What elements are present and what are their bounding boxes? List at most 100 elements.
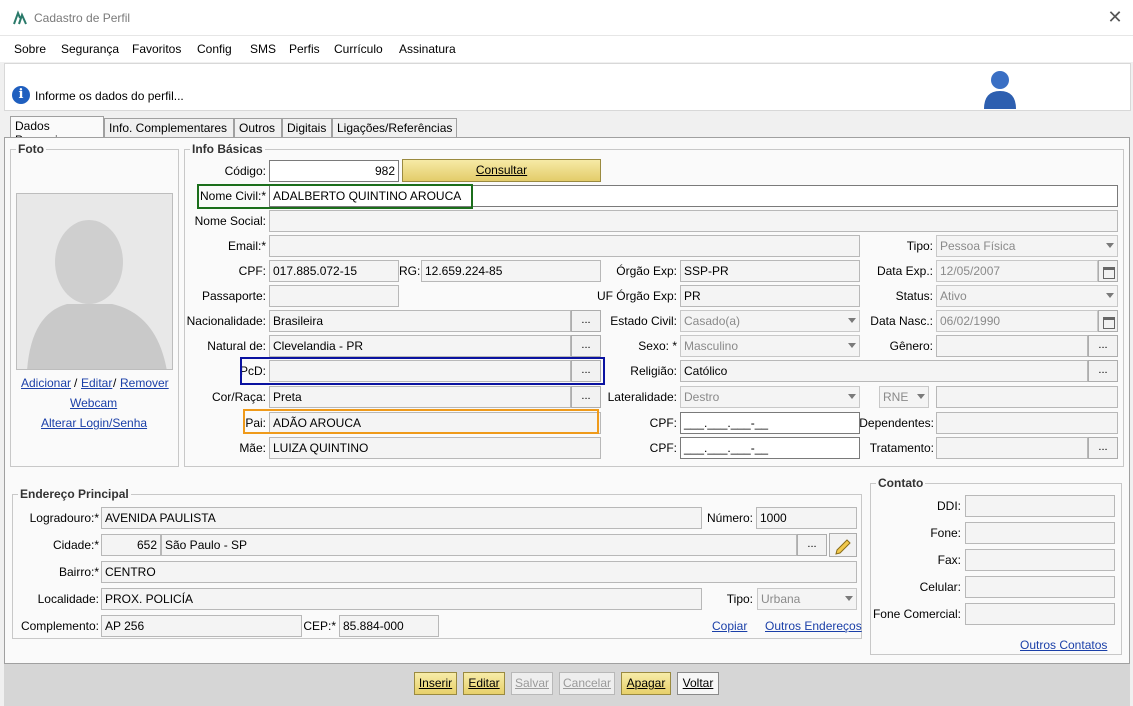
nome-social-field[interactable]	[269, 210, 1118, 232]
menu-sms[interactable]: SMS	[250, 42, 276, 56]
mae-label: Mãe:	[239, 441, 266, 455]
menu-seguranca[interactable]: Segurança	[61, 42, 119, 56]
foto-title: Foto	[16, 142, 46, 156]
mae-field[interactable]: LUIZA QUINTINO	[269, 437, 601, 459]
cor-lookup-button[interactable]: ...	[571, 386, 601, 408]
menu-sobre[interactable]: Sobre	[14, 42, 46, 56]
tab-dados-pessoais[interactable]: Dados Pessoais	[10, 116, 104, 147]
cep-field[interactable]: 85.884-000	[339, 615, 439, 637]
estado-civil-select[interactable]: Casado(a)	[680, 310, 860, 332]
nacionalidade-field[interactable]: Brasileira	[269, 310, 571, 332]
menu-perfis[interactable]: Perfis	[289, 42, 320, 56]
cor-field[interactable]: Preta	[269, 386, 571, 408]
pai-field[interactable]: ADÃO AROUCA	[269, 412, 601, 434]
bairro-field[interactable]: CENTRO	[101, 561, 857, 583]
pcd-lookup-button[interactable]: ...	[571, 360, 601, 382]
email-field[interactable]	[269, 235, 860, 257]
sexo-label: Sexo: *	[638, 339, 677, 353]
outros-contatos-link[interactable]: Outros Contatos	[1020, 638, 1107, 652]
remover-link[interactable]: Remover	[120, 376, 169, 390]
uf-orgao-field[interactable]: PR	[680, 285, 860, 307]
fone-comercial-field[interactable]	[965, 603, 1115, 625]
salvar-button[interactable]: Salvar	[511, 672, 553, 695]
religiao-field[interactable]: Católico	[680, 360, 1088, 382]
webcam-link[interactable]: Webcam	[70, 396, 117, 410]
pcd-field[interactable]	[269, 360, 571, 382]
codigo-label: Código:	[224, 164, 266, 178]
editar-button[interactable]: Editar	[463, 672, 505, 695]
apagar-button[interactable]: Apagar	[621, 672, 671, 695]
close-icon[interactable]: ✕	[1104, 6, 1126, 28]
nacionalidade-lookup-button[interactable]: ...	[571, 310, 601, 332]
numero-field[interactable]: 1000	[756, 507, 857, 529]
consultar-button[interactable]: Consultar	[402, 159, 601, 182]
alterar-login-link[interactable]: Alterar Login/Senha	[41, 416, 147, 430]
rg-field[interactable]: 12.659.224-85	[421, 260, 601, 282]
edit-pencil-icon[interactable]	[829, 533, 857, 557]
window-title: Cadastro de Perfil	[34, 11, 131, 25]
menu-config[interactable]: Config	[197, 42, 232, 56]
editar-link[interactable]: Editar	[81, 376, 112, 390]
tab-digitais[interactable]: Digitais	[282, 118, 332, 137]
cidade-lookup-button[interactable]: ...	[797, 534, 827, 556]
complemento-field[interactable]: AP 256	[101, 615, 302, 637]
fax-field[interactable]	[965, 549, 1115, 571]
tipo-label: Tipo:	[906, 239, 933, 253]
menu-curriculo[interactable]: Currículo	[334, 42, 383, 56]
menu-assinatura[interactable]: Assinatura	[399, 42, 456, 56]
celular-field[interactable]	[965, 576, 1115, 598]
cor-label: Cor/Raça:	[211, 390, 266, 404]
tab-ligacoes[interactable]: Ligações/Referências	[332, 118, 457, 137]
uf-orgao-label: UF Órgão Exp:	[596, 289, 677, 303]
localidade-field[interactable]: PROX. POLICÍA	[101, 588, 702, 610]
nome-civil-label: Nome Civil:*	[199, 189, 266, 203]
voltar-button[interactable]: Voltar	[677, 672, 719, 695]
natural-field[interactable]: Clevelandia - PR	[269, 335, 571, 357]
genero-field[interactable]	[936, 335, 1088, 357]
data-nasc-field[interactable]: 06/02/1990	[936, 310, 1098, 332]
cpf-pai-field[interactable]: ___.___.___-__	[680, 412, 860, 434]
silhouette-icon	[17, 194, 172, 369]
cpf-mae-field[interactable]: ___.___.___-__	[680, 437, 860, 459]
cancelar-button[interactable]: Cancelar	[559, 672, 615, 695]
tipo-end-label: Tipo:	[726, 592, 753, 606]
outros-enderecos-link[interactable]: Outros Endereços	[765, 619, 862, 633]
nome-civil-field[interactable]: ADALBERTO QUINTINO AROUCA	[269, 185, 1118, 207]
religiao-lookup-button[interactable]: ...	[1088, 360, 1118, 382]
genero-lookup-button[interactable]: ...	[1088, 335, 1118, 357]
passaporte-field[interactable]	[269, 285, 399, 307]
ddi-field[interactable]	[965, 495, 1115, 517]
tab-outros[interactable]: Outros	[234, 118, 282, 137]
orgao-exp-field[interactable]: SSP-PR	[680, 260, 860, 282]
data-exp-label: Data Exp.:	[876, 264, 933, 278]
fone-field[interactable]	[965, 522, 1115, 544]
pcd-label: PcD:	[239, 364, 266, 378]
data-exp-field[interactable]: 12/05/2007	[936, 260, 1098, 282]
tipo-end-select[interactable]: Urbana	[757, 588, 857, 610]
lateralidade-label: Lateralidade:	[607, 390, 677, 404]
cpf-pai-label: CPF:	[649, 416, 677, 430]
menu-favoritos[interactable]: Favoritos	[132, 42, 181, 56]
inserir-button[interactable]: Inserir	[414, 672, 457, 695]
logradouro-field[interactable]: AVENIDA PAULISTA	[101, 507, 702, 529]
status-select[interactable]: Ativo	[936, 285, 1118, 307]
rne-field[interactable]	[936, 386, 1118, 408]
calendar-icon[interactable]	[1098, 310, 1118, 332]
fone-comercial-label: Fone Comercial:	[872, 607, 961, 621]
cidade-field[interactable]: São Paulo - SP	[161, 534, 797, 556]
calendar-icon[interactable]	[1098, 260, 1118, 282]
dependentes-field[interactable]	[936, 412, 1118, 434]
sexo-select[interactable]: Masculino	[680, 335, 860, 357]
tab-info-complementares[interactable]: Info. Complementares	[104, 118, 234, 137]
cpf-field[interactable]: 017.885.072-15	[269, 260, 399, 282]
copiar-link[interactable]: Copiar	[712, 619, 747, 633]
tratamento-lookup-button[interactable]: ...	[1088, 437, 1118, 459]
codigo-field[interactable]: 982	[269, 160, 399, 182]
lateralidade-select[interactable]: Destro	[680, 386, 860, 408]
natural-lookup-button[interactable]: ...	[571, 335, 601, 357]
adicionar-link[interactable]: Adicionar	[21, 376, 71, 390]
rne-select[interactable]: RNE	[879, 386, 929, 408]
tratamento-field[interactable]	[936, 437, 1088, 459]
tipo-select[interactable]: Pessoa Física	[936, 235, 1118, 257]
cidade-code-field[interactable]: 652	[101, 534, 161, 556]
